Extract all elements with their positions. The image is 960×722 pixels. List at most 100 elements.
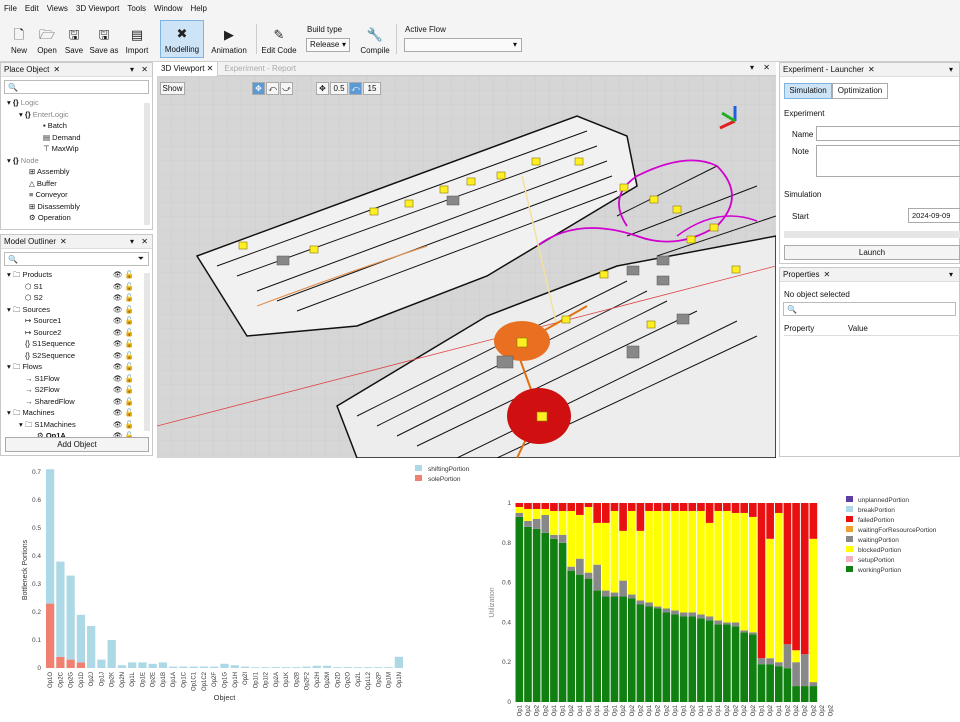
tree-item[interactable]: → S1Flow 👁 🔓 [7, 373, 152, 385]
tree-item[interactable]: ▾ {} Logic [7, 97, 152, 109]
close-icon[interactable]: ✕ [141, 237, 148, 246]
orbit-tool-button[interactable]: ⤻ [280, 82, 293, 95]
scrollbar[interactable] [144, 103, 150, 225]
viewport-3d[interactable]: 3D Viewport ✕ Experiment - Report ▾ ✕ Sh… [157, 62, 776, 458]
bar-working [705, 620, 714, 702]
add-object-button[interactable]: Add Object [5, 437, 149, 452]
tab-experiment-report[interactable]: Experiment - Report [218, 64, 302, 73]
menu-tools[interactable]: Tools [127, 4, 146, 13]
eye-lock-icon[interactable]: 👁 🔓 [113, 350, 134, 362]
tree-item[interactable]: ▾ 🗀 Products 👁 🔓 [7, 269, 152, 281]
tree-item[interactable]: ⊤ MaxWip [7, 143, 152, 155]
eye-lock-icon[interactable]: 👁 🔓 [113, 419, 134, 431]
rotate-tool-button[interactable]: ⤺ [266, 82, 279, 95]
eye-lock-icon[interactable]: 👁 🔓 [113, 396, 134, 408]
tree-item[interactable]: ▾ 🗀 Flows 👁 🔓 [7, 361, 152, 373]
move-icon[interactable]: ✥ [316, 82, 329, 95]
tree-item[interactable]: ⊞ Assembly [7, 166, 152, 178]
menu-window[interactable]: Window [154, 4, 182, 13]
close-icon[interactable]: ✕ [763, 63, 770, 72]
launch-button[interactable]: Launch [784, 245, 960, 260]
import-button[interactable]: ▤ Import [122, 20, 152, 58]
start-field[interactable]: 2024-09-09 16 [908, 208, 960, 223]
tree-item[interactable]: ⬡ S1 👁 🔓 [7, 281, 152, 293]
tree-item[interactable]: △ Buffer [7, 178, 152, 190]
tree-item[interactable]: ▾ 🗀 Sources 👁 🔓 [7, 304, 152, 316]
close-icon[interactable]: ✕ [53, 65, 60, 74]
show-button[interactable]: Show [160, 82, 185, 95]
save-as-button[interactable]: 🖫 Save as [88, 20, 120, 58]
tree-item[interactable]: ▪ Batch [7, 120, 152, 132]
tab-3d-viewport[interactable]: 3D Viewport ✕ [157, 62, 219, 76]
active-flow-select[interactable]: ▾ [404, 38, 522, 52]
new-button[interactable]: 🗋 New [6, 20, 32, 58]
tree-item[interactable]: ⚙ Operation [7, 212, 152, 224]
menu-edit[interactable]: Edit [25, 4, 39, 13]
scrollbar[interactable] [144, 273, 150, 431]
eye-lock-icon[interactable]: 👁 🔓 [113, 361, 134, 373]
open-button[interactable]: 🗁 Open [34, 20, 60, 58]
build-type-select[interactable]: Release ▾ [306, 38, 350, 52]
dropdown-icon[interactable]: ▾ [750, 63, 754, 72]
eye-lock-icon[interactable]: 👁 🔓 [113, 327, 134, 339]
tree-item[interactable]: → S2Flow 👁 🔓 [7, 384, 152, 396]
eye-lock-icon[interactable]: 👁 🔓 [113, 407, 134, 419]
animation-button[interactable]: ▶ Animation [206, 20, 252, 58]
modelling-button[interactable]: ✖ Modelling [160, 20, 204, 58]
compile-button[interactable]: 🔧 Compile [358, 20, 392, 58]
dropdown-icon[interactable]: ▾ [949, 65, 953, 74]
save-button[interactable]: 🖫 Save [62, 20, 86, 58]
filter-icon[interactable]: ⏷ [138, 254, 144, 264]
eye-lock-icon[interactable]: 👁 🔓 [113, 338, 134, 350]
name-field[interactable] [816, 126, 960, 141]
menu-views[interactable]: Views [47, 4, 68, 13]
dropdown-icon[interactable]: ▾ [130, 237, 134, 246]
bar-failed [757, 503, 766, 659]
menu-3d-viewport[interactable]: 3D Viewport [76, 4, 119, 13]
search-input[interactable]: 🔍 [783, 302, 956, 316]
edit-code-button[interactable]: ✎ Edit Code [260, 20, 298, 58]
tree-item[interactable]: ≡ Conveyor [7, 189, 152, 201]
eye-lock-icon[interactable]: 👁 🔓 [113, 315, 134, 327]
tree-item[interactable]: ↦ Source2 👁 🔓 [7, 327, 152, 339]
bar-waiting [532, 518, 541, 529]
close-icon[interactable]: ✕ [868, 65, 875, 74]
speed-value[interactable]: 0.5 [330, 82, 348, 95]
tree-item[interactable]: → SharedFlow 👁 🔓 [7, 396, 152, 408]
tree-item[interactable]: {} S2Sequence 👁 🔓 [7, 350, 152, 362]
search-input[interactable]: 🔍 [4, 80, 149, 94]
tree-item[interactable]: ▤ Demand [7, 132, 152, 144]
dropdown-icon[interactable]: ▾ [949, 270, 953, 279]
tree-item[interactable]: ▾ 🗀 Machines 👁 🔓 [7, 407, 152, 419]
menu-file[interactable]: File [4, 4, 17, 13]
close-icon[interactable]: ✕ [823, 270, 830, 279]
pan-tool-button[interactable]: ✥ [252, 82, 265, 95]
tab-optimization[interactable]: Optimization [832, 83, 888, 99]
dropdown-icon[interactable]: ▾ [130, 65, 134, 74]
eye-lock-icon[interactable]: 👁 🔓 [113, 269, 134, 281]
eye-lock-icon[interactable]: 👁 🔓 [113, 292, 134, 304]
note-field[interactable] [816, 145, 960, 177]
tab-simulation[interactable]: Simulation [784, 83, 832, 99]
tree-item[interactable]: ▾ {} Node [7, 155, 152, 167]
search-input[interactable]: 🔍 ⏷ [4, 252, 149, 266]
eye-lock-icon[interactable]: 👁 🔓 [113, 384, 134, 396]
close-icon[interactable]: ✕ [60, 237, 67, 246]
tree-item[interactable]: ▾ 🗀 S1Machines 👁 🔓 [7, 419, 152, 431]
eye-lock-icon[interactable]: 👁 🔓 [113, 373, 134, 385]
tree-item[interactable]: {} S1Sequence 👁 🔓 [7, 338, 152, 350]
tree-item[interactable]: ↦ Source1 👁 🔓 [7, 315, 152, 327]
tree-item[interactable]: ⬡ S2 👁 🔓 [7, 292, 152, 304]
fps-value[interactable]: 15 [363, 82, 381, 95]
eye-lock-icon[interactable]: 👁 🔓 [113, 281, 134, 293]
x-tick-label: Op1 [647, 704, 653, 716]
menu-help[interactable]: Help [190, 4, 206, 13]
tree-item[interactable]: ⊞ Disassembly [7, 201, 152, 213]
eye-lock-icon[interactable]: 👁 🔓 [113, 304, 134, 316]
close-icon[interactable]: ✕ [141, 65, 148, 74]
bar-blocked [679, 510, 688, 613]
tree-item[interactable]: ▾ {} EnterLogic [7, 109, 152, 121]
rotate-icon[interactable]: ⤺ [349, 82, 362, 95]
scrollbar[interactable] [784, 231, 960, 238]
y-axis-label: Utilization [489, 587, 496, 617]
